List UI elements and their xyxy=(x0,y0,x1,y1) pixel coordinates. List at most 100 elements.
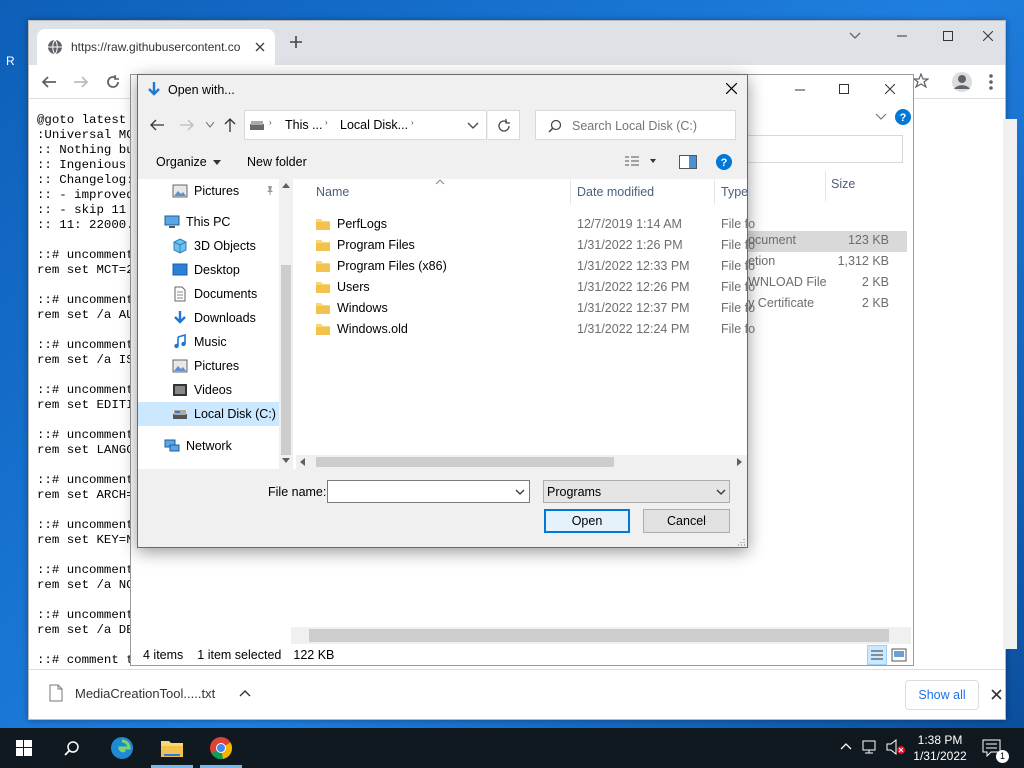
explorer-expand-icon[interactable] xyxy=(875,113,887,121)
edge-icon xyxy=(110,736,134,760)
download-item[interactable]: MediaCreationTool.....txt xyxy=(49,684,251,702)
address-bar[interactable]: › This ... › Local Disk... › xyxy=(244,110,487,140)
maximize-icon[interactable] xyxy=(925,21,971,51)
code-line: ::# uncomment xyxy=(37,293,134,307)
code-line: :: 11: 22000. xyxy=(37,218,134,232)
code-line: ::# uncomment xyxy=(37,383,134,397)
dialog-forward-icon[interactable] xyxy=(180,119,194,131)
start-button[interactable] xyxy=(0,728,48,768)
nav-scroll-down-icon[interactable] xyxy=(282,458,290,464)
up-one-level-icon[interactable] xyxy=(224,118,236,132)
explorer-horizontal-scrollbar[interactable] xyxy=(291,627,911,644)
file-row[interactable]: Program Files (x86) 1/31/2022 12:33 PM Fil… xyxy=(308,256,755,277)
new-folder-button[interactable]: New folder xyxy=(247,155,307,169)
chevron-up-icon[interactable] xyxy=(239,689,251,697)
explorer-close-icon[interactable] xyxy=(885,84,895,94)
clock-date: 1/31/2022 xyxy=(913,749,967,763)
code-line: rem set /a DE xyxy=(37,623,134,637)
profile-avatar-icon[interactable] xyxy=(951,71,973,93)
file-name-dropdown-icon[interactable] xyxy=(515,489,525,495)
chrome-taskbar-button[interactable] xyxy=(197,728,245,768)
address-dropdown-icon[interactable] xyxy=(467,122,479,130)
file-date: 1/31/2022 12:24 PM xyxy=(577,322,690,336)
search-box[interactable] xyxy=(535,110,736,140)
file-type: File fo xyxy=(721,259,756,273)
explorer-minimize-icon[interactable] xyxy=(795,85,805,95)
close-downloads-icon[interactable] xyxy=(991,689,1002,700)
show-all-button[interactable]: Show all xyxy=(905,680,979,710)
explorer-h-scroll-thumb[interactable] xyxy=(309,629,889,642)
globe-icon xyxy=(47,39,63,55)
organize-dropdown-icon xyxy=(212,159,221,165)
close-window-icon[interactable] xyxy=(971,21,1005,51)
file-name-input[interactable] xyxy=(331,484,506,500)
recent-locations-icon[interactable] xyxy=(206,122,214,128)
file-name-combo[interactable] xyxy=(327,480,530,503)
resize-grip-icon[interactable] xyxy=(736,537,745,546)
scroll-left-icon[interactable] xyxy=(299,458,305,466)
view-options-icon[interactable] xyxy=(624,155,656,167)
explorer-search-box[interactable] xyxy=(747,135,903,163)
clock[interactable]: 1:38 PM 1/31/2022 xyxy=(912,732,968,764)
dialog-title: Open with... xyxy=(168,83,235,97)
scroll-right-icon[interactable] xyxy=(737,458,743,466)
organize-menu[interactable]: Organize xyxy=(156,155,221,169)
preview-pane-icon[interactable] xyxy=(679,155,697,169)
back-icon[interactable] xyxy=(41,74,57,90)
breadcrumb-chevron-icon[interactable]: › xyxy=(269,118,272,127)
forward-icon[interactable] xyxy=(73,74,89,90)
browser-tab[interactable]: https://raw.githubusercontent.co xyxy=(37,29,275,65)
file-explorer-taskbar-button[interactable] xyxy=(148,728,196,768)
bookmark-star-icon[interactable] xyxy=(913,73,929,89)
search-input[interactable] xyxy=(572,117,730,135)
large-icons-view-icon[interactable] xyxy=(891,647,907,663)
close-tab-icon[interactable] xyxy=(255,42,265,52)
search-taskbar-button[interactable] xyxy=(48,728,96,768)
minimize-icon[interactable] xyxy=(879,21,925,51)
network-tray-icon[interactable] xyxy=(862,739,880,755)
file-icon xyxy=(49,684,63,702)
file-date: 1/31/2022 12:33 PM xyxy=(577,259,690,273)
explorer-vertical-scrollbar[interactable] xyxy=(1003,119,1017,649)
new-tab-icon[interactable] xyxy=(289,35,303,49)
explorer-size-header[interactable]: Size xyxy=(831,177,855,191)
explorer-maximize-icon[interactable] xyxy=(839,84,849,94)
file-date: 1/31/2022 12:37 PM xyxy=(577,301,690,315)
details-view-icon[interactable] xyxy=(867,645,887,665)
clock-time: 1:38 PM xyxy=(917,733,963,747)
dialog-close-icon[interactable] xyxy=(726,83,737,94)
volume-muted-icon[interactable] xyxy=(886,739,906,755)
dialog-back-icon[interactable] xyxy=(150,119,164,131)
folder-icon xyxy=(316,259,330,273)
explorer-row-size: 2 KB xyxy=(861,275,889,289)
menu-kebab-icon[interactable] xyxy=(989,74,993,90)
edge-taskbar-button[interactable] xyxy=(98,728,146,768)
open-button[interactable]: Open xyxy=(544,509,630,533)
code-line: ::# uncomment xyxy=(37,338,134,352)
breadcrumb-local-disk[interactable]: Local Disk... xyxy=(340,118,408,132)
reload-icon[interactable] xyxy=(105,74,121,90)
file-row[interactable]: PerfLogs 12/7/2019 1:14 AM File fo xyxy=(308,214,755,235)
help-icon[interactable]: ? xyxy=(716,154,732,170)
breadcrumb-chevron-icon[interactable]: › xyxy=(411,118,414,127)
file-row[interactable]: Windows 1/31/2022 12:37 PM File fo xyxy=(308,298,755,319)
cancel-button[interactable]: Cancel xyxy=(643,509,730,533)
folder-icon xyxy=(316,217,330,231)
notification-count-badge: 1 xyxy=(996,750,1009,763)
breadcrumb-chevron-icon[interactable]: › xyxy=(325,118,328,127)
refresh-button[interactable] xyxy=(488,110,520,140)
file-row[interactable]: Windows.old 1/31/2022 12:24 PM File fo xyxy=(308,319,755,340)
file-type-select[interactable]: Programs xyxy=(543,480,730,503)
file-h-scroll-thumb[interactable] xyxy=(316,457,614,467)
file-row[interactable]: Users 1/31/2022 12:26 PM File fo xyxy=(308,277,755,298)
explorer-help-icon[interactable]: ? xyxy=(895,109,911,125)
file-horizontal-scrollbar[interactable] xyxy=(296,455,747,469)
svg-text:?: ? xyxy=(721,157,728,169)
tab-search-icon[interactable] xyxy=(849,29,861,41)
file-row[interactable]: Program Files 1/31/2022 1:26 PM File fo xyxy=(308,235,755,256)
show-hidden-icons-icon[interactable] xyxy=(840,742,852,750)
breadcrumb-this-pc[interactable]: This ... xyxy=(285,118,323,132)
column-divider xyxy=(825,171,826,201)
